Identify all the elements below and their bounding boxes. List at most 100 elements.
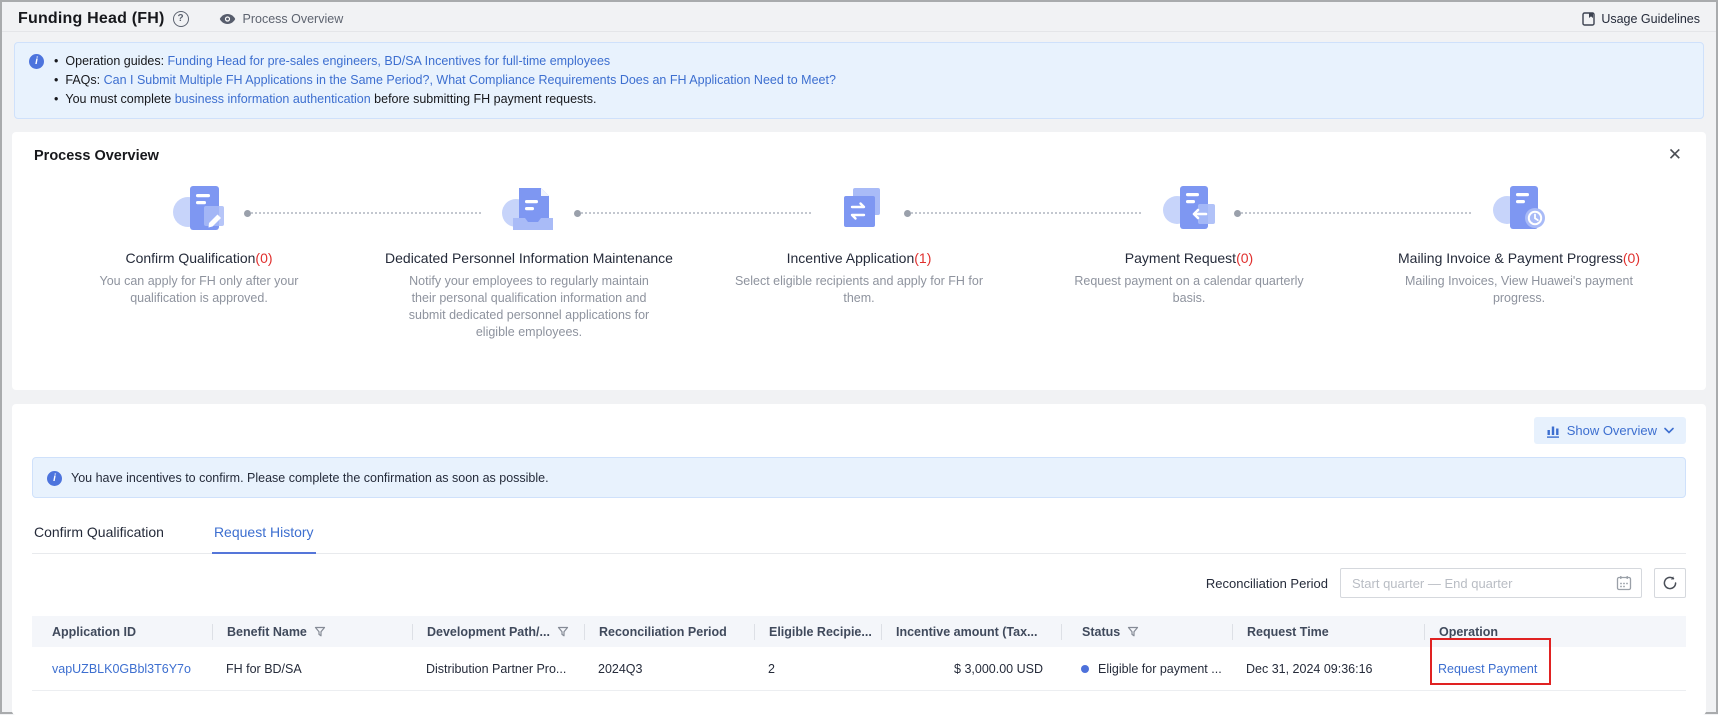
request-payment-link[interactable]: Request Payment — [1438, 662, 1537, 676]
step-label: Dedicated Personnel Information Maintena… — [385, 250, 673, 266]
step-connector — [1234, 209, 1471, 217]
step-mailing-invoice: Mailing Invoice & Payment Progress(0) Ma… — [1354, 178, 1684, 341]
quarter-range-field[interactable] — [1352, 575, 1616, 591]
step-payment-request: Payment Request(0) Request payment on a … — [1024, 178, 1354, 341]
payment-request-icon — [1163, 186, 1215, 229]
link-faq-multiple-applications[interactable]: Can I Submit Multiple FH Applications in… — [104, 73, 430, 87]
benefit-name-cell: FH for BD/SA — [226, 661, 302, 676]
reconciliation-period-label: Reconciliation Period — [1205, 575, 1328, 591]
guide-line-authentication: You must complete business information a… — [54, 90, 836, 109]
tab-bar: Confirm Qualification Request History — [32, 518, 1686, 554]
usage-guidelines-label: Usage Guidelines — [1601, 11, 1700, 26]
table-header-row: Application ID Benefit Name Development … — [32, 616, 1686, 647]
request-panel: Show Overview i You have incentives to c… — [12, 404, 1706, 715]
step-connector — [574, 209, 811, 217]
header-development-path: Development Path/... — [412, 623, 584, 640]
operation-guides-banner: i Operation guides: Funding Head for pre… — [14, 42, 1704, 119]
bar-chart-icon — [1546, 426, 1559, 438]
eligible-recipients-cell: 2 — [768, 661, 775, 676]
step-label: Incentive Application — [786, 250, 915, 266]
calendar-icon[interactable] — [1616, 575, 1632, 591]
step-description: Select eligible recipients and apply for… — [734, 274, 984, 305]
usage-guidelines-button[interactable]: Usage Guidelines — [1582, 12, 1700, 26]
step-name: Confirm Qualification(0) — [34, 250, 364, 266]
refresh-icon — [1663, 576, 1677, 590]
step-description: Request payment on a calendar quarterly … — [1074, 274, 1304, 305]
info-icon: i — [47, 471, 62, 486]
incentives-notice-banner: i You have incentives to confirm. Please… — [32, 457, 1686, 498]
process-overview-title: Process Overview — [34, 148, 159, 164]
help-question-icon[interactable]: ? — [172, 10, 189, 27]
request-time-cell: Dec 31, 2024 09:36:16 — [1246, 661, 1373, 676]
chevron-down-icon — [1664, 427, 1674, 434]
header-operation: Operation — [1424, 623, 1686, 640]
step-name: Incentive Application(1) — [694, 250, 1024, 266]
guide-line1-label: Operation guides: — [65, 54, 168, 68]
step-dedicated-personnel: Dedicated Personnel Information Maintena… — [364, 178, 694, 341]
status-dot — [1081, 664, 1089, 673]
header-incentive-amount: Incentive amount (Tax... — [881, 623, 1061, 640]
step-connector — [904, 209, 1141, 217]
tab-confirm-qualification[interactable]: Confirm Qualification — [32, 518, 166, 553]
header-eligible-recipients: Eligible Recipie... — [754, 623, 881, 640]
step-name: Dedicated Personnel Information Maintena… — [364, 250, 694, 266]
header-reconciliation-period: Reconciliation Period — [584, 623, 754, 640]
show-overview-label: Show Overview — [1566, 423, 1657, 438]
process-overview-label: Process Overview — [242, 11, 344, 26]
link-faq-compliance-requirements[interactable]: What Compliance Requirements Does an FH … — [436, 73, 836, 87]
application-id-link[interactable]: vapUZBLK0GBbl3T6Y7o — [52, 662, 191, 676]
link-funding-head-guide[interactable]: Funding Head for pre-sales engineers — [168, 54, 378, 68]
process-overview-toggle[interactable]: Process Overview — [219, 11, 344, 26]
link-business-information-authentication[interactable]: business information authentication — [175, 92, 371, 106]
show-overview-button[interactable]: Show Overview — [1533, 417, 1686, 444]
confirm-qualification-icon — [173, 186, 224, 230]
info-icon: i — [29, 54, 44, 69]
guide-line3-post: before submitting FH payment requests. — [370, 92, 597, 106]
header-request-time: Request Time — [1232, 623, 1424, 640]
filter-icon[interactable] — [314, 626, 326, 638]
step-count: (0) — [1236, 250, 1254, 266]
status-text: Eligible for payment ... — [1098, 661, 1222, 676]
link-bdsa-incentives-guide[interactable]: BD/SA Incentives for full-time employees — [384, 54, 610, 68]
filter-icon[interactable] — [1127, 626, 1139, 638]
step-count: (0) — [255, 250, 273, 266]
operation-cell: Request Payment — [1424, 637, 1686, 685]
topbar: Funding Head (FH) ? Process Overview Usa… — [2, 2, 1716, 32]
filter-row: Reconciliation Period — [32, 568, 1686, 598]
header-status: Status — [1061, 623, 1232, 640]
header-benefit-name: Benefit Name — [212, 623, 412, 640]
step-description: You can apply for FH only after your qua… — [99, 274, 299, 305]
guide-line2-label: FAQs: — [65, 73, 104, 87]
reconciliation-period-input[interactable] — [1340, 568, 1642, 598]
guide-line-operation-guides: Operation guides: Funding Head for pre-s… — [54, 52, 836, 71]
reconciliation-period-cell: 2024Q3 — [598, 661, 643, 676]
tab-request-history[interactable]: Request History — [211, 518, 316, 554]
eye-icon — [219, 13, 235, 24]
request-history-table: Application ID Benefit Name Development … — [32, 616, 1686, 691]
dedicated-personnel-icon — [502, 188, 553, 230]
guidelines-book-icon — [1582, 11, 1596, 26]
step-count: (1) — [914, 250, 932, 266]
step-label: Mailing Invoice & Payment Progress — [1398, 250, 1623, 266]
step-count: (0) — [1622, 250, 1640, 266]
refresh-button[interactable] — [1654, 568, 1686, 598]
filter-icon[interactable] — [557, 626, 569, 638]
step-incentive-application: Incentive Application(1) Select eligible… — [694, 178, 1024, 341]
status-cell: Eligible for payment ... — [1061, 662, 1232, 676]
incentive-amount-cell: $ 3,000.00 USD — [954, 661, 1043, 676]
step-confirm-qualification: Confirm Qualification(0) You can apply f… — [34, 178, 364, 341]
mailing-invoice-icon — [1493, 186, 1545, 229]
step-label: Payment Request — [1124, 250, 1237, 266]
step-connector — [244, 209, 481, 217]
table-row: vapUZBLK0GBbl3T6Y7o FH for BD/SA Distrib… — [32, 637, 1686, 691]
step-name: Mailing Invoice & Payment Progress(0) — [1354, 250, 1684, 266]
guide-line-faqs: FAQs: Can I Submit Multiple FH Applicati… — [54, 71, 836, 90]
process-steps: Confirm Qualification(0) You can apply f… — [34, 178, 1684, 341]
step-label: Confirm Qualification — [125, 250, 256, 266]
close-icon[interactable]: ✕ — [1668, 146, 1682, 163]
step-description: Mailing Invoices, View Huawei's payment … — [1405, 274, 1633, 305]
development-path-cell: Distribution Partner Pro... — [426, 661, 567, 676]
step-name: Payment Request(0) — [1024, 250, 1354, 266]
page-title: Funding Head (FH) — [18, 9, 165, 27]
incentives-notice-text: You have incentives to confirm. Please c… — [71, 470, 549, 485]
